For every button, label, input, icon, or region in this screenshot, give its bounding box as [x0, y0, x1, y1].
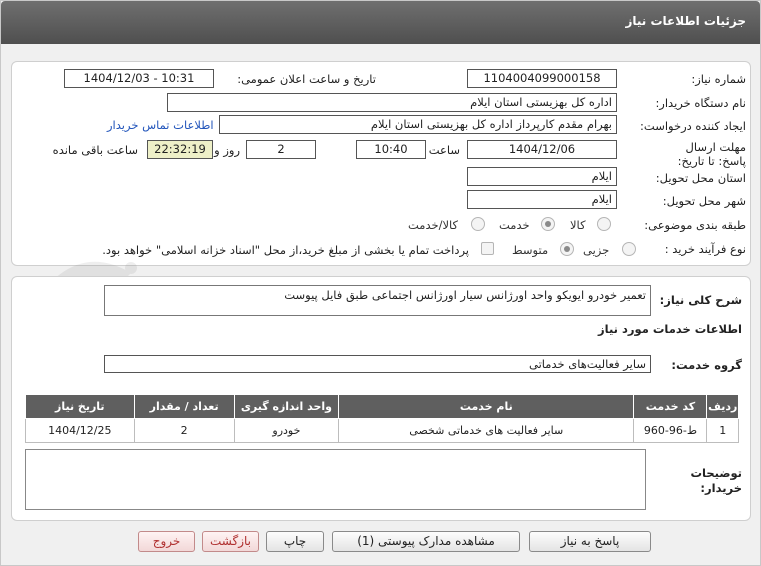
buyer-contact-link[interactable]: اطلاعات تماس خریدار	[107, 118, 214, 132]
need-info-panel	[11, 61, 751, 266]
treasury-payment-note: پرداخت تمام یا بخشی از مبلغ خرید،از محل …	[102, 243, 469, 257]
need-details-window: جزئیات اطلاعات نیاز شماره نیاز: 11040040…	[0, 0, 761, 566]
service-group-label: گروه خدمت:	[671, 358, 742, 372]
cell-unit: خودرو	[233, 418, 340, 443]
col-row-number: ردیف	[706, 394, 739, 419]
buyer-name-field: اداره کل بهزیستی استان ایلام	[167, 93, 617, 112]
need-summary-label: شرح کلی نیاز:	[659, 293, 742, 307]
buyer-name-label: نام دستگاه خریدار:	[655, 96, 746, 110]
services-heading: اطلاعات خدمات مورد نیاز	[598, 322, 742, 336]
category-option-both-label: کالا/خدمت	[408, 218, 459, 232]
category-label: طبقه بندی موضوعی:	[644, 218, 746, 232]
time-remaining-label: ساعت باقی مانده	[52, 143, 138, 157]
need-summary-field: تعمیر خودرو ایویکو واحد اورژانس سیار اور…	[104, 285, 651, 316]
delivery-province-label: استان محل تحویل:	[655, 171, 746, 185]
table-header-row: ردیف کد خدمت نام خدمت واحد اندازه گیری ت…	[25, 394, 739, 419]
cell-need-date: 1404/12/25	[25, 418, 135, 443]
col-service-code: کد خدمت	[633, 394, 708, 419]
deadline-date-field: 1404/12/06	[467, 140, 617, 159]
category-option-goods-label: کالا	[570, 218, 586, 232]
back-button[interactable]: بازگشت	[202, 531, 259, 552]
col-unit: واحد اندازه گیری	[233, 394, 340, 419]
announce-datetime-field: 1404/12/03 - 10:31	[64, 69, 214, 88]
reply-button[interactable]: پاسخ به نیاز	[529, 531, 651, 552]
services-table: ردیف کد خدمت نام خدمت واحد اندازه گیری ت…	[25, 394, 739, 443]
buyer-notes-label: توضیحات خریدار:	[690, 466, 743, 495]
col-need-date: تاریخ نیاز	[25, 394, 135, 419]
deadline-time-field: 10:40	[356, 140, 426, 159]
window-title: جزئیات اطلاعات نیاز	[625, 14, 746, 28]
deadline-label: مهلت ارسال پاسخ: تا تاریخ:	[677, 140, 746, 168]
cell-row-number: 1	[706, 418, 739, 443]
print-button[interactable]: چاپ	[266, 531, 324, 552]
process-option-medium-label: متوسط	[512, 243, 549, 257]
delivery-province-field: ایلام	[467, 167, 617, 186]
cell-quantity: 2	[133, 418, 235, 443]
process-option-minor-label: جزیی	[583, 243, 610, 257]
request-creator-label: ایجاد کننده درخواست:	[640, 119, 746, 133]
view-attachments-button[interactable]: مشاهده مدارک پیوستی (1)	[332, 531, 520, 552]
title-bar: جزئیات اطلاعات نیاز	[1, 1, 760, 44]
col-quantity: تعداد / مقدار	[133, 394, 235, 419]
category-option-goods-radio[interactable]	[597, 217, 611, 231]
delivery-city-label: شهر محل تحویل:	[662, 194, 746, 208]
category-option-service-label: خدمت	[499, 218, 530, 232]
category-option-service-radio[interactable]	[541, 217, 555, 231]
request-creator-field: بهرام مقدم کارپرداز اداره کل بهزیستی است…	[219, 115, 617, 134]
purchase-process-label: نوع فرآیند خرید :	[664, 242, 746, 256]
need-number-field: 1104004099000158	[467, 69, 617, 88]
col-service-name: نام خدمت	[338, 394, 635, 419]
deadline-time-label: ساعت	[428, 143, 460, 157]
days-remaining-field: 2	[246, 140, 316, 159]
cell-service-name: سایر فعالیت های خدماتی شخصی	[338, 418, 635, 443]
process-option-minor-radio[interactable]	[622, 242, 636, 256]
time-remaining-field: 22:32:19	[147, 140, 213, 159]
category-option-both-radio[interactable]	[471, 217, 485, 231]
days-label: روز و	[214, 143, 240, 157]
buyer-notes-field	[25, 449, 646, 510]
delivery-city-field: ایلام	[467, 190, 617, 209]
exit-button[interactable]: خروج	[138, 531, 195, 552]
table-row[interactable]: 1 ط-96-960 سایر فعالیت های خدماتی شخصی خ…	[25, 418, 739, 443]
need-number-label: شماره نیاز:	[691, 72, 746, 86]
cell-service-code: ط-96-960	[633, 418, 708, 443]
service-group-field: سایر فعالیت‌های خدماتی	[104, 355, 651, 373]
treasury-payment-checkbox[interactable]	[481, 242, 494, 255]
process-option-medium-radio[interactable]	[560, 242, 574, 256]
announce-datetime-label: تاریخ و ساعت اعلان عمومی:	[237, 72, 376, 86]
